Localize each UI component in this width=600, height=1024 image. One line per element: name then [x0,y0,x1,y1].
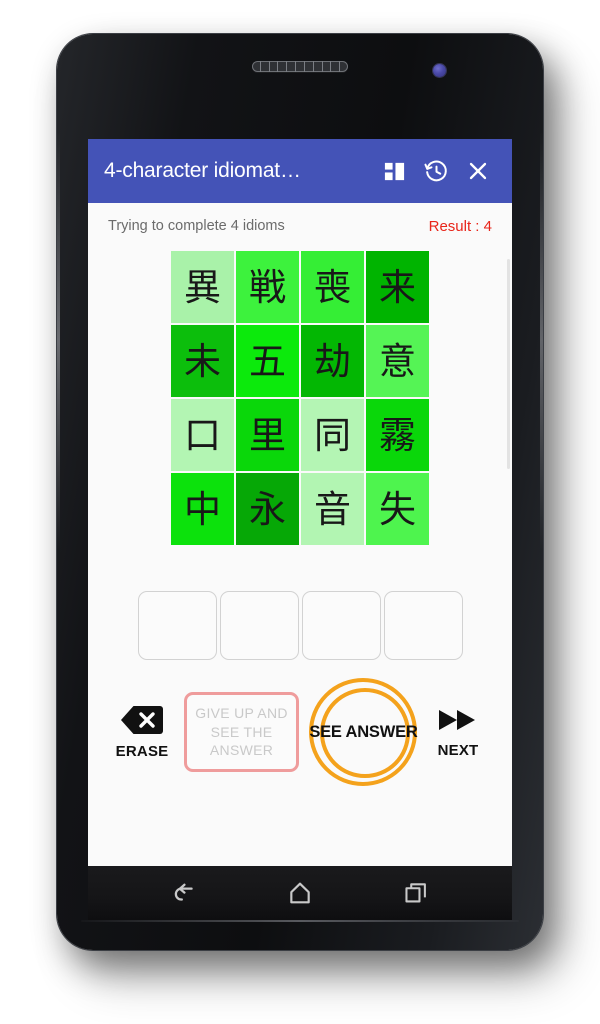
give-up-button[interactable]: GIVE UP AND SEE THE ANSWER [184,692,299,772]
answer-slot[interactable] [301,591,381,660]
character-cell[interactable]: 来 [366,251,429,323]
answer-slot[interactable] [383,591,463,660]
page-title: 4-character idiomat… [104,159,301,182]
character-grid-container: 異戦喪来未五劫意口里同霧中永音失 [88,249,512,545]
see-answer-button[interactable]: SEE ANSWER [309,678,418,786]
erase-button[interactable]: ERASE [106,704,178,760]
close-icon[interactable] [458,151,498,191]
phone-edge-highlight-right [540,130,543,550]
character-cell[interactable]: 音 [301,473,364,545]
history-icon[interactable] [416,151,456,191]
answer-slot[interactable] [219,591,299,660]
android-navigation-bar [88,866,512,920]
erase-label: ERASE [115,743,169,760]
give-up-label: GIVE UP AND SEE THE ANSWER [195,704,288,759]
character-grid: 異戦喪来未五劫意口里同霧中永音失 [171,251,429,545]
backspace-icon [121,706,164,734]
app-screen: 4-character idiomat… Trying to complete … [88,139,512,866]
back-icon[interactable] [161,870,207,916]
character-cell[interactable]: 永 [236,473,299,545]
fast-forward-icon [438,710,475,730]
grid-layout-icon[interactable] [374,151,414,191]
next-button[interactable]: NEXT [422,705,494,759]
character-cell[interactable]: 意 [366,325,429,397]
character-cell[interactable]: 口 [171,399,234,471]
front-camera-lens [433,64,446,77]
home-icon[interactable] [277,870,323,916]
next-label: NEXT [437,742,479,759]
character-cell[interactable]: 未 [171,325,234,397]
character-cell[interactable]: 喪 [301,251,364,323]
phone-bottom-edge-highlight [81,920,519,922]
action-bar: ERASE GIVE UP AND SEE THE ANSWER SEE ANS… [88,678,512,786]
character-cell[interactable]: 失 [366,473,429,545]
character-cell[interactable]: 劫 [301,325,364,397]
phone-device-frame: 4-character idiomat… Trying to complete … [57,34,543,950]
recent-apps-icon[interactable] [393,870,439,916]
status-message: Trying to complete 4 idioms [108,218,285,234]
character-cell[interactable]: 里 [236,399,299,471]
earpiece-speaker-grille [252,61,348,72]
character-cell[interactable]: 五 [236,325,299,397]
character-cell[interactable]: 戦 [236,251,299,323]
vertical-scrollbar[interactable] [507,259,510,469]
answer-slot[interactable] [137,591,217,660]
status-row: Trying to complete 4 idioms Result : 4 [88,203,512,249]
character-cell[interactable]: 異 [171,251,234,323]
character-cell[interactable]: 霧 [366,399,429,471]
app-bar: 4-character idiomat… [88,139,512,203]
character-cell[interactable]: 同 [301,399,364,471]
see-answer-label: SEE ANSWER [309,722,418,741]
answer-slot-row [88,591,512,660]
page-root: 4-character idiomat… Trying to complete … [0,0,600,1024]
character-cell[interactable]: 中 [171,473,234,545]
phone-edge-highlight-left [57,130,60,550]
result-badge: Result : 4 [428,217,492,235]
